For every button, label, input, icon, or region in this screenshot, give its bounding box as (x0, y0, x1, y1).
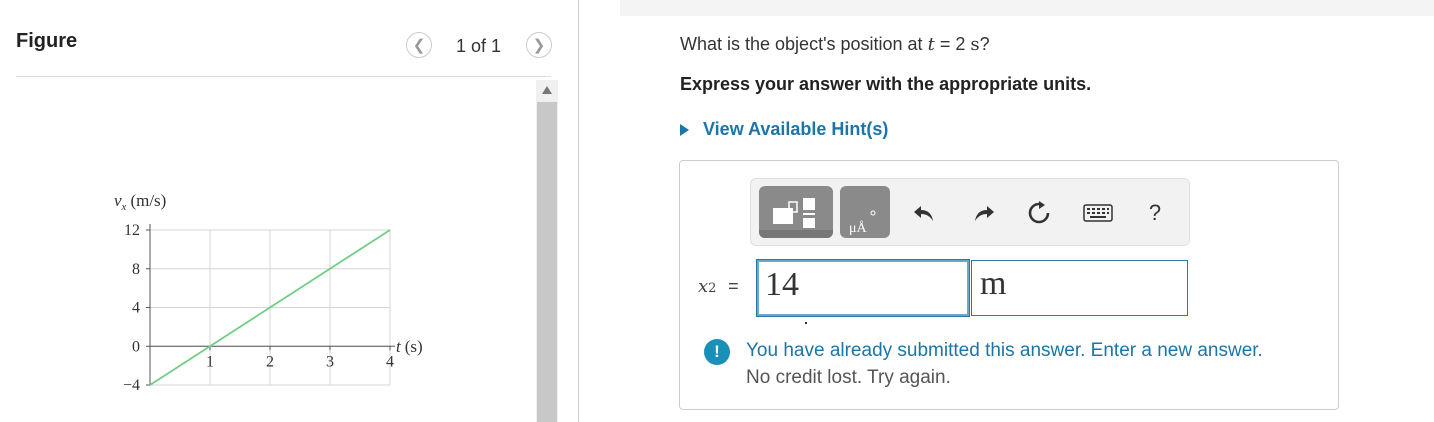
next-figure-button[interactable]: ❯ (526, 32, 552, 58)
figure-pagination: 1 of 1 (456, 36, 502, 56)
redo-button[interactable] (971, 200, 997, 226)
y-tick-label: −4 (123, 377, 140, 394)
svg-text:μÅ: μÅ (849, 220, 868, 236)
caret-right-icon (680, 123, 689, 136)
chevron-right-icon: ❯ (532, 37, 546, 54)
reset-icon (1028, 201, 1050, 224)
undo-button[interactable] (911, 200, 937, 226)
reset-button[interactable] (1026, 200, 1052, 226)
figure-divider (16, 76, 551, 77)
x-tick-label: 1 (206, 353, 214, 370)
units-button[interactable]: μÅ (840, 186, 890, 238)
panel-divider (578, 0, 579, 422)
scroll-up-button[interactable] (536, 80, 558, 100)
undo-icon (914, 206, 933, 221)
prev-figure-button[interactable]: ❮ (406, 32, 432, 58)
feedback-message: You have already submitted this answer. … (746, 340, 1263, 361)
view-hints-link[interactable]: View Available Hint(s) (680, 119, 888, 140)
redo-icon (975, 206, 994, 221)
answer-variable-label: x2 = (698, 276, 739, 297)
y-axis-label: vx (m/s) (114, 191, 166, 213)
figure-title: Figure (16, 30, 78, 52)
cursor-dot (805, 322, 807, 324)
hint-label: View Available Hint(s) (703, 119, 889, 139)
y-tick-label: 4 (132, 300, 140, 317)
keyboard-button[interactable] (1082, 200, 1114, 226)
answer-value-input[interactable]: 14 (756, 259, 970, 317)
info-icon: ! (704, 339, 730, 365)
units-icon: μÅ (849, 210, 876, 236)
x-tick-label: 4 (386, 353, 394, 370)
x-axis-label: t (s) (396, 337, 423, 356)
y-tick-label: 8 (132, 261, 140, 278)
scrollbar-thumb[interactable] (537, 102, 557, 422)
x-tick-label: 2 (266, 353, 274, 370)
x-tick-label: 3 (326, 353, 334, 370)
feedback-retry-note: No credit lost. Try again. (746, 367, 951, 388)
triangle-up-icon (542, 86, 552, 94)
templates-icon (759, 198, 833, 238)
answer-instruction: Express your answer with the appropriate… (680, 74, 1092, 94)
velocity-graph: 12840−41 2 3 4 vx (m/s) t (s) (114, 191, 423, 394)
y-tick-label: 12 (124, 222, 140, 239)
chevron-left-icon: ❮ (412, 37, 426, 54)
question-text: What is the object's position at t = 2 s… (680, 34, 990, 55)
y-tick-label: 0 (132, 338, 140, 355)
templates-button[interactable] (759, 186, 833, 238)
answer-unit-input[interactable]: m (971, 260, 1188, 316)
keyboard-icon (1083, 204, 1113, 222)
help-button[interactable]: ? (1142, 200, 1168, 226)
top-bar (620, 0, 1434, 16)
